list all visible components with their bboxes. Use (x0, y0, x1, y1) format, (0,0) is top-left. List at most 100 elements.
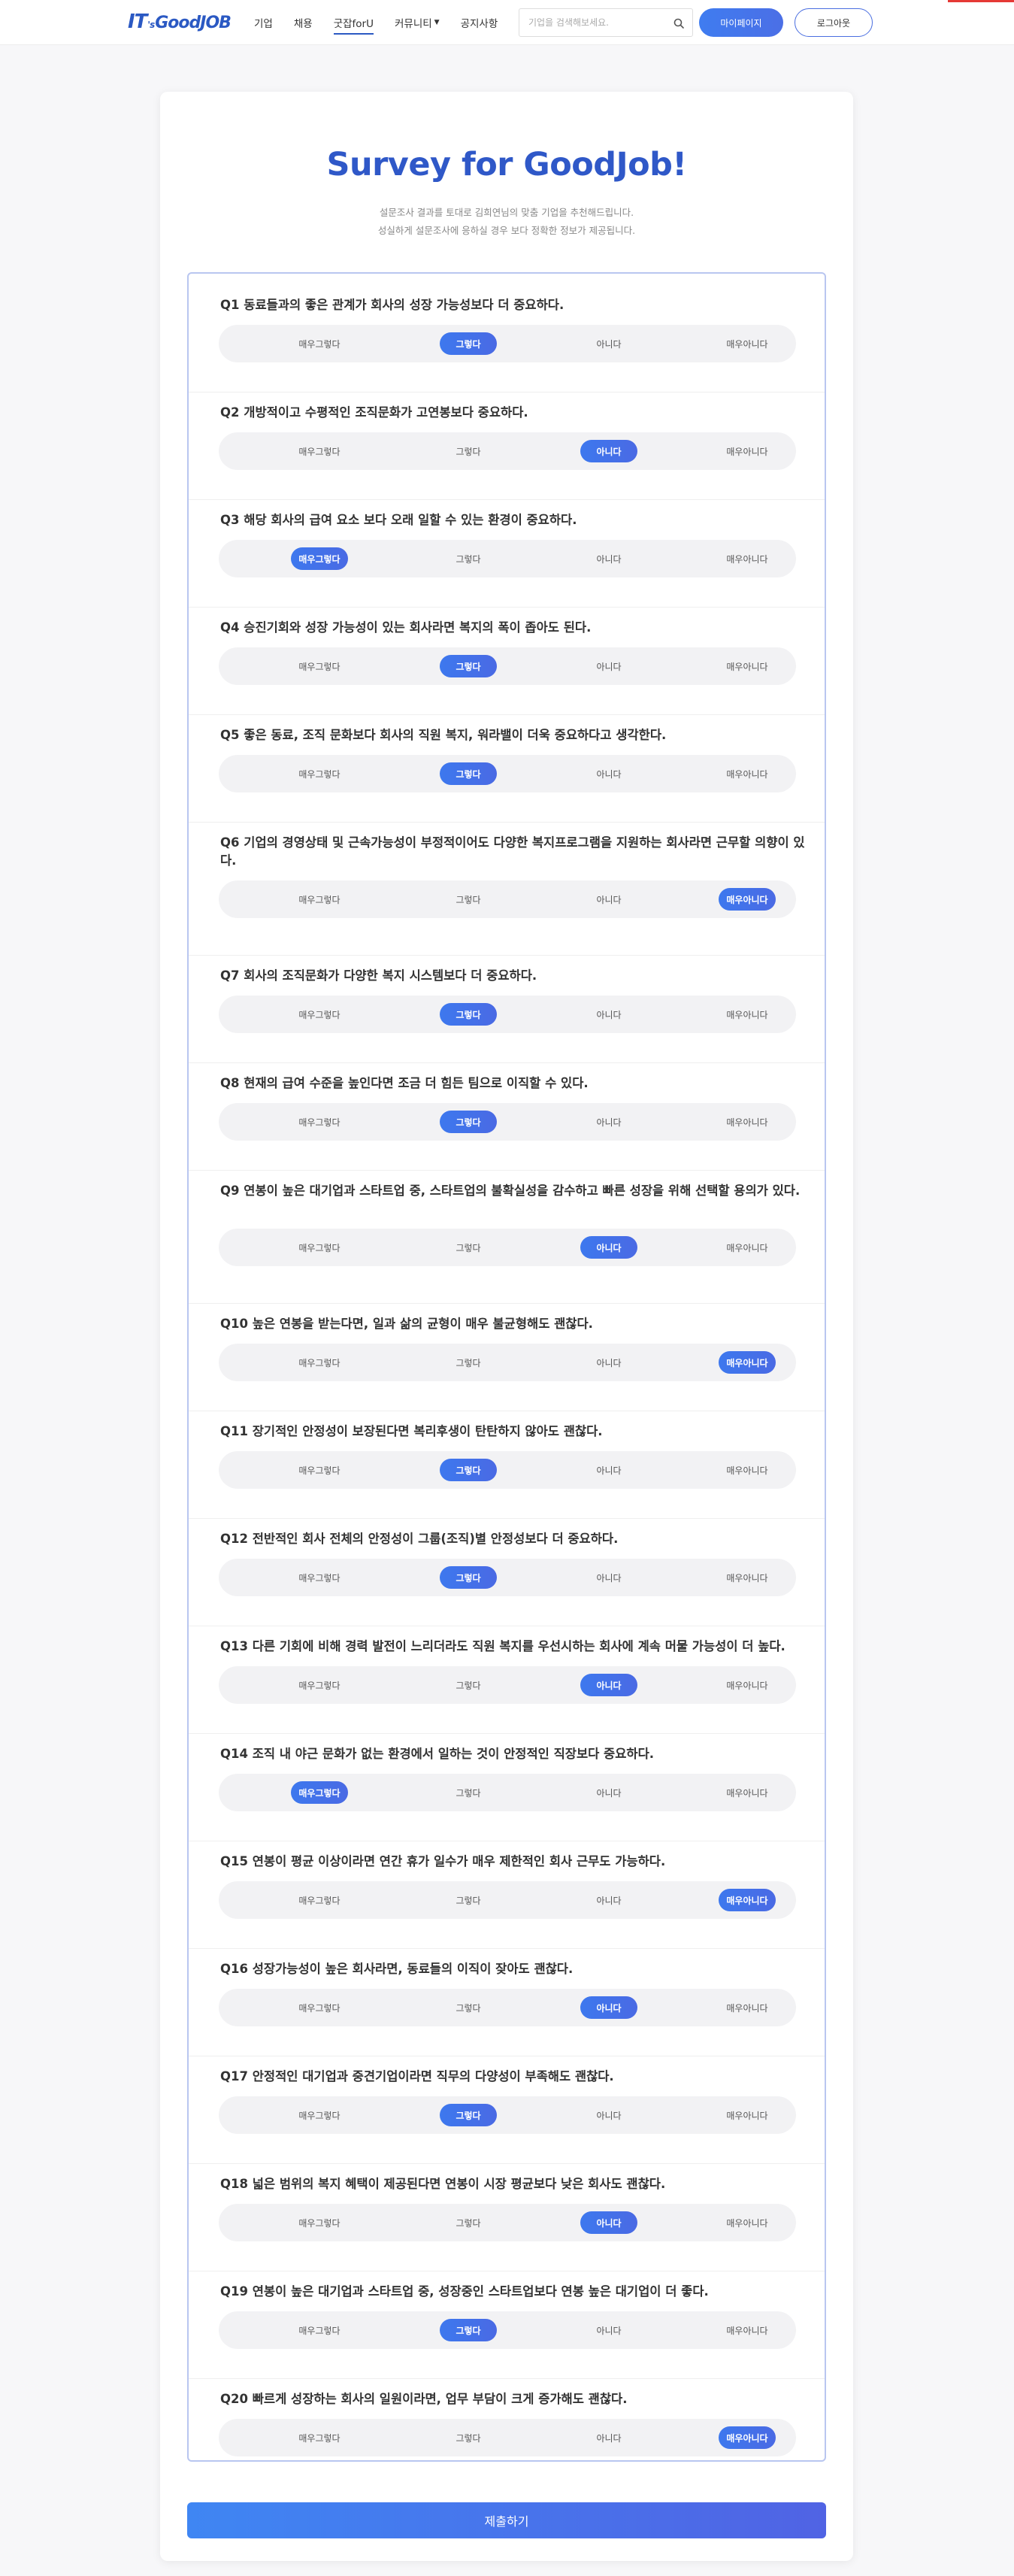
answer-option[interactable]: 매우그렇다 (282, 1459, 357, 1481)
answer-option-selected[interactable]: 아니다 (580, 1236, 637, 1259)
answer-option[interactable]: 매우아니다 (710, 1781, 785, 1804)
answer-option[interactable]: 매우그렇다 (282, 762, 357, 785)
answer-option[interactable]: 매우그렇다 (282, 1111, 357, 1133)
answer-option-selected[interactable]: 그렇다 (440, 1003, 497, 1026)
answer-option[interactable]: 아니다 (571, 1003, 646, 1026)
answer-option-selected[interactable]: 아니다 (580, 1996, 637, 2019)
answer-option-selected[interactable]: 매우그렇다 (291, 1781, 348, 1804)
answer-option[interactable]: 매우아니다 (710, 1459, 785, 1481)
answer-option[interactable]: 그렇다 (431, 1236, 506, 1259)
answer-option-selected[interactable]: 그렇다 (440, 332, 497, 355)
nav-item-companies[interactable]: 기업 (254, 0, 273, 45)
question-label: 회사의 조직문화가 다양한 복지 시스템보다 더 중요하다. (244, 968, 537, 983)
answer-option[interactable]: 그렇다 (431, 1351, 506, 1374)
answer-option-selected[interactable]: 매우아니다 (719, 1351, 776, 1374)
nav-item-goodjob-foru[interactable]: 굿잡forU (333, 0, 374, 45)
answer-option[interactable]: 아니다 (571, 1351, 646, 1374)
answer-option[interactable]: 매우아니다 (710, 1996, 785, 2019)
question-text: Q18 넓은 범위의 복지 혜택이 제공된다면 연봉이 시장 평균보다 낮은 회… (220, 2175, 807, 2193)
answer-option[interactable]: 매우아니다 (710, 762, 785, 785)
answer-option[interactable]: 매우그렇다 (282, 888, 357, 911)
answer-option[interactable]: 매우그렇다 (282, 1236, 357, 1259)
question-label: 해당 회사의 급여 요소 보다 오래 일할 수 있는 환경이 중요하다. (244, 513, 577, 527)
answer-option[interactable]: 매우아니다 (710, 440, 785, 462)
answer-option[interactable]: 아니다 (571, 1111, 646, 1133)
answer-option[interactable]: 매우그렇다 (282, 1003, 357, 1026)
answer-option[interactable]: 그렇다 (431, 888, 506, 911)
answer-option-selected[interactable]: 그렇다 (440, 1111, 497, 1133)
answer-options: 매우그렇다 그렇다 아니다 매우아니다 (219, 1666, 796, 1704)
answer-option[interactable]: 그렇다 (431, 2211, 506, 2234)
answer-option-selected[interactable]: 아니다 (580, 440, 637, 462)
search-input[interactable] (519, 9, 655, 36)
answer-option-selected[interactable]: 아니다 (580, 1674, 637, 1696)
mypage-button[interactable]: 마이페이지 (699, 8, 783, 37)
question-label: 전반적인 회사 전체의 안정성이 그룹(조직)별 안정성보다 더 중요하다. (252, 1532, 619, 1546)
submit-button[interactable]: 제출하기 (187, 2502, 826, 2538)
search-icon[interactable] (673, 17, 685, 29)
answer-option[interactable]: 그렇다 (431, 2426, 506, 2449)
answer-option-selected[interactable]: 매우아니다 (719, 2426, 776, 2449)
answer-option[interactable]: 매우아니다 (710, 1003, 785, 1026)
answer-option-selected[interactable]: 매우아니다 (719, 888, 776, 911)
answer-option[interactable]: 매우그렇다 (282, 1889, 357, 1911)
nav-item-community[interactable]: 커뮤니티 ▼ (395, 0, 440, 45)
answer-option[interactable]: 매우아니다 (710, 1674, 785, 1696)
answer-option[interactable]: 아니다 (571, 1889, 646, 1911)
question-number: Q1 (220, 298, 240, 312)
site-logo[interactable]: IT 's GoodJOB (128, 11, 232, 35)
answer-option-selected[interactable]: 그렇다 (440, 2319, 497, 2341)
answer-option[interactable]: 매우그렇다 (282, 2426, 357, 2449)
answer-option-selected[interactable]: 그렇다 (440, 1459, 497, 1481)
answer-option[interactable]: 그렇다 (431, 547, 506, 570)
answer-option[interactable]: 매우그렇다 (282, 2211, 357, 2234)
question-number: Q10 (220, 1317, 248, 1331)
question-text: Q20 빠르게 성장하는 회사의 일원이라면, 업무 부담이 크게 증가해도 괜… (220, 2390, 807, 2408)
answer-option[interactable]: 아니다 (571, 547, 646, 570)
answer-option[interactable]: 매우아니다 (710, 1566, 785, 1589)
answer-option[interactable]: 아니다 (571, 1781, 646, 1804)
answer-option[interactable]: 매우그렇다 (282, 440, 357, 462)
answer-option[interactable]: 아니다 (571, 332, 646, 355)
answer-option-selected[interactable]: 그렇다 (440, 762, 497, 785)
answer-option[interactable]: 아니다 (571, 2319, 646, 2341)
answer-option[interactable]: 아니다 (571, 1566, 646, 1589)
question-label: 성장가능성이 높은 회사라면, 동료들의 이직이 잦아도 괜찮다. (252, 1962, 574, 1976)
answer-option[interactable]: 아니다 (571, 1459, 646, 1481)
answer-option[interactable]: 그렇다 (431, 1781, 506, 1804)
answer-option[interactable]: 매우아니다 (710, 2211, 785, 2234)
answer-option[interactable]: 그렇다 (431, 1674, 506, 1696)
answer-option[interactable]: 매우그렇다 (282, 1996, 357, 2019)
answer-option[interactable]: 매우아니다 (710, 2104, 785, 2126)
answer-option[interactable]: 그렇다 (431, 1889, 506, 1911)
answer-option[interactable]: 아니다 (571, 655, 646, 677)
answer-option[interactable]: 매우그렇다 (282, 655, 357, 677)
answer-option[interactable]: 아니다 (571, 2426, 646, 2449)
answer-option[interactable]: 매우그렇다 (282, 2319, 357, 2341)
answer-option[interactable]: 매우아니다 (710, 2319, 785, 2341)
answer-option[interactable]: 매우아니다 (710, 655, 785, 677)
nav-item-notices[interactable]: 공지사항 (461, 0, 498, 45)
answer-option[interactable]: 그렇다 (431, 440, 506, 462)
answer-option-selected[interactable]: 그렇다 (440, 1566, 497, 1589)
answer-option[interactable]: 매우그렇다 (282, 1674, 357, 1696)
answer-option-selected[interactable]: 매우그렇다 (291, 547, 348, 570)
answer-option[interactable]: 아니다 (571, 2104, 646, 2126)
answer-option-selected[interactable]: 그렇다 (440, 655, 497, 677)
nav-item-jobs[interactable]: 채용 (294, 0, 313, 45)
answer-option[interactable]: 매우아니다 (710, 332, 785, 355)
answer-option[interactable]: 매우그렇다 (282, 332, 357, 355)
answer-option-selected[interactable]: 그렇다 (440, 2104, 497, 2126)
answer-option[interactable]: 매우아니다 (710, 1111, 785, 1133)
answer-option[interactable]: 그렇다 (431, 1996, 506, 2019)
answer-option[interactable]: 매우그렇다 (282, 1566, 357, 1589)
answer-option[interactable]: 매우아니다 (710, 547, 785, 570)
answer-option[interactable]: 매우그렇다 (282, 1351, 357, 1374)
logout-button[interactable]: 로그아웃 (795, 8, 873, 37)
answer-option-selected[interactable]: 아니다 (580, 2211, 637, 2234)
answer-option[interactable]: 아니다 (571, 888, 646, 911)
answer-option[interactable]: 매우아니다 (710, 1236, 785, 1259)
answer-option[interactable]: 아니다 (571, 762, 646, 785)
answer-option-selected[interactable]: 매우아니다 (719, 1889, 776, 1911)
answer-option[interactable]: 매우그렇다 (282, 2104, 357, 2126)
